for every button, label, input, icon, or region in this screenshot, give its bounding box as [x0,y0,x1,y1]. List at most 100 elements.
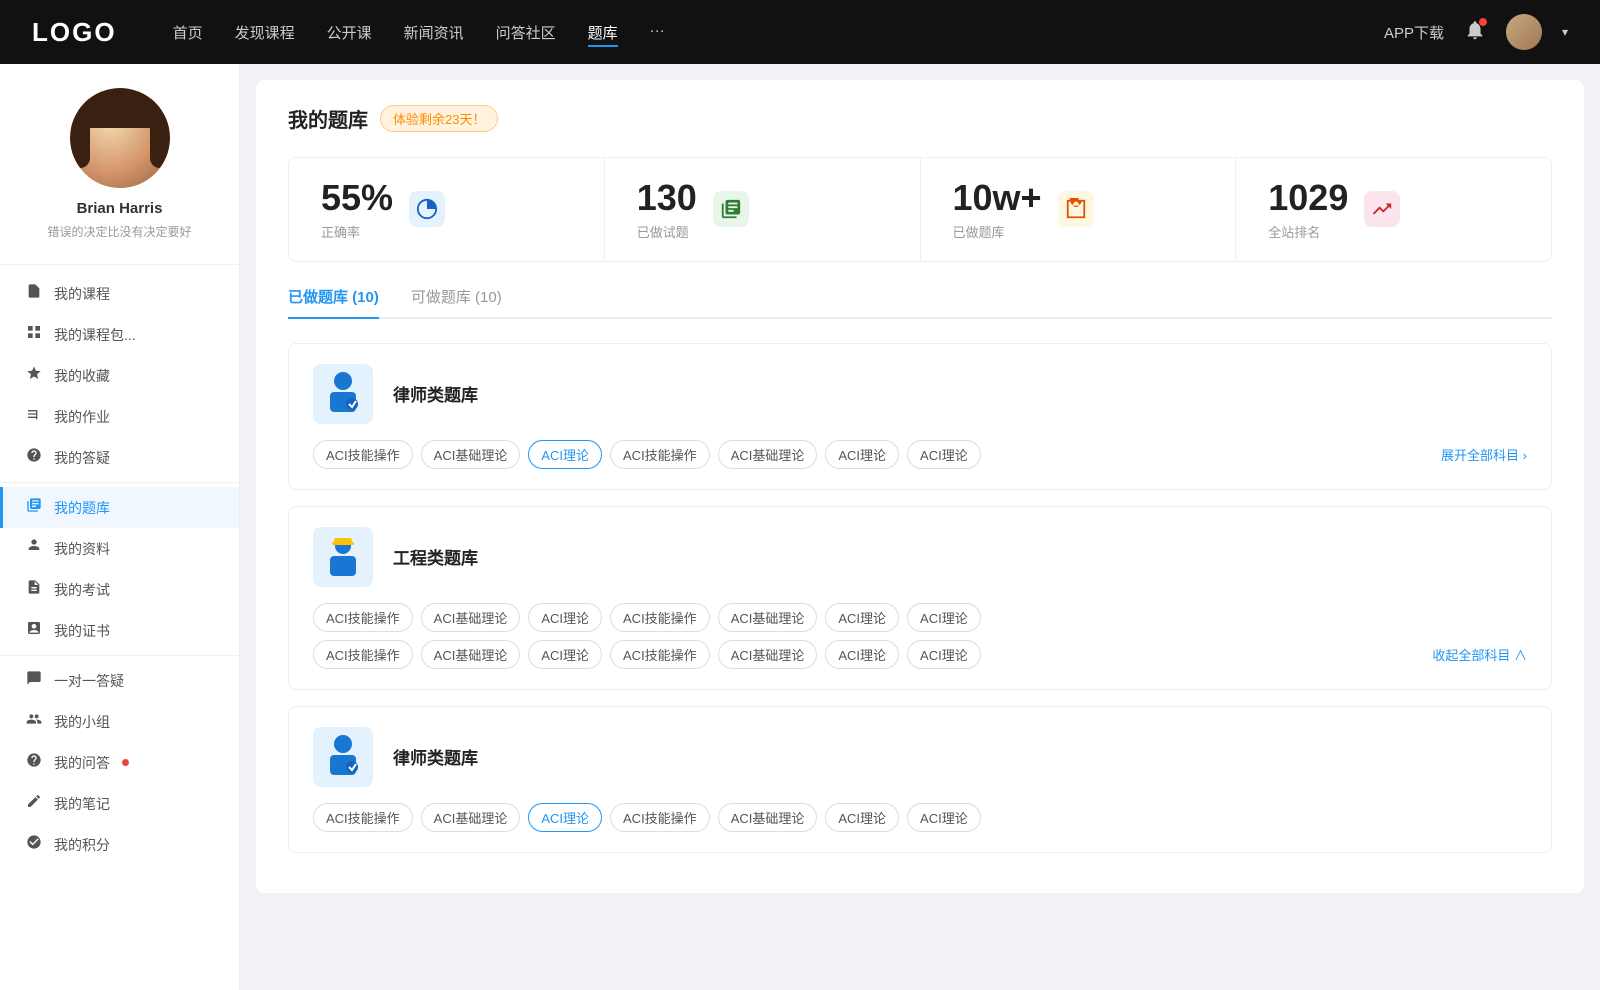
tag-3-1[interactable]: ACI技能操作 [313,803,413,832]
accuracy-icon [409,191,445,227]
sidebar-label-mydata: 我的资料 [54,539,110,559]
page-header: 我的题库 体验剩余23天！ [288,104,1552,133]
nav-news[interactable]: 新闻资讯 [404,18,464,47]
stat-done-label: 已做试题 [637,222,697,241]
nav-discover[interactable]: 发现课程 [235,18,295,47]
stat-accuracy-label: 正确率 [321,222,393,241]
stat-accuracy-value: 55% [321,178,393,218]
tag-2-1-2[interactable]: ACI基础理论 [421,603,521,632]
nav-qa[interactable]: 问答社区 [496,18,556,47]
sidebar-item-qbank[interactable]: 我的题库 [0,487,239,528]
sidebar-item-course[interactable]: 我的课程 [0,273,239,314]
expand-link-1[interactable]: 展开全部科目 › [1441,445,1527,464]
nav-home[interactable]: 首页 [173,18,203,47]
tag-3-7[interactable]: ACI理论 [907,803,981,832]
qbank-card-2: 工程类题库 ACI技能操作 ACI基础理论 ACI理论 ACI技能操作 ACI基… [288,506,1552,690]
app-download-link[interactable]: APP下载 [1384,22,1444,43]
sidebar-item-homework[interactable]: 我的作业 [0,396,239,437]
tag-3-3[interactable]: ACI理论 [528,803,602,832]
sidebar-item-cert[interactable]: 我的证书 [0,610,239,651]
exam-icon [24,579,44,600]
group-icon [24,711,44,732]
profile-avatar [70,88,170,188]
notification-bell[interactable] [1464,19,1486,45]
stats-row: 55% 正确率 130 已做试题 [288,157,1552,262]
tag-1-4[interactable]: ACI技能操作 [610,440,710,469]
tag-2-2-3[interactable]: ACI理论 [528,640,602,669]
stat-accuracy-text: 55% 正确率 [321,178,393,241]
tag-2-2-2[interactable]: ACI基础理论 [421,640,521,669]
sidebar-label-coursepack: 我的课程包... [54,325,136,345]
nav-more[interactable]: ··· [650,18,665,47]
qbank-card-2-icon [313,527,373,587]
tag-2-2-1[interactable]: ACI技能操作 [313,640,413,669]
lawyer-figure-icon-2 [321,733,365,781]
sidebar-item-qa[interactable]: 我的答疑 [0,437,239,478]
sidebar-label-exam: 我的考试 [54,580,110,600]
tab-done[interactable]: 已做题库 (10) [288,286,379,317]
sidebar: Brian Harris 错误的决定比没有决定要好 我的课程 我的课程包... [0,64,240,990]
stat-done-value: 130 [637,178,697,218]
sidebar-item-favorites[interactable]: 我的收藏 [0,355,239,396]
tag-1-3[interactable]: ACI理论 [528,440,602,469]
qbank-card-2-tags-row1: ACI技能操作 ACI基础理论 ACI理论 ACI技能操作 ACI基础理论 AC… [313,603,1527,632]
sidebar-divider-1 [0,482,239,483]
tag-2-2-4[interactable]: ACI技能操作 [610,640,710,669]
sidebar-item-exam[interactable]: 我的考试 [0,569,239,610]
navbar-links: 首页 发现课程 公开课 新闻资讯 问答社区 题库 ··· [173,18,1352,47]
sidebar-item-1on1[interactable]: 一对一答疑 [0,660,239,701]
user-avatar[interactable] [1506,14,1542,50]
tag-2-1-3[interactable]: ACI理论 [528,603,602,632]
sidebar-item-group[interactable]: 我的小组 [0,701,239,742]
sidebar-item-notes[interactable]: 我的笔记 [0,783,239,824]
sidebar-label-favorites: 我的收藏 [54,366,110,386]
sidebar-label-1on1: 一对一答疑 [54,671,124,691]
stat-banks-value: 10w+ [953,178,1042,218]
tag-1-2[interactable]: ACI基础理论 [421,440,521,469]
tag-2-2-7[interactable]: ACI理论 [907,640,981,669]
stat-done-text: 130 已做试题 [637,178,697,241]
tab-todo[interactable]: 可做题库 (10) [411,286,502,317]
sidebar-item-points[interactable]: 我的积分 [0,824,239,865]
list-icon [720,198,742,220]
tag-2-2-6[interactable]: ACI理论 [825,640,899,669]
chat-icon [24,670,44,691]
stat-done-questions: 130 已做试题 [605,158,921,261]
sidebar-item-mydata[interactable]: 我的资料 [0,528,239,569]
sidebar-item-coursepack[interactable]: 我的课程包... [0,314,239,355]
tag-1-6[interactable]: ACI理论 [825,440,899,469]
tag-2-1-5[interactable]: ACI基础理论 [718,603,818,632]
tag-2-2-5[interactable]: ACI基础理论 [718,640,818,669]
collapse-link-2[interactable]: 收起全部科目 ∧ [1432,645,1527,664]
tag-3-4[interactable]: ACI技能操作 [610,803,710,832]
tag-2-1-4[interactable]: ACI技能操作 [610,603,710,632]
sidebar-label-notes: 我的笔记 [54,794,110,814]
tag-2-1-1[interactable]: ACI技能操作 [313,603,413,632]
tag-3-2[interactable]: ACI基础理论 [421,803,521,832]
tag-2-1-7[interactable]: ACI理论 [907,603,981,632]
tag-2-1-6[interactable]: ACI理论 [825,603,899,632]
pie-chart-icon [416,198,438,220]
tag-3-5[interactable]: ACI基础理论 [718,803,818,832]
qbank-card-2-title: 工程类题库 [393,544,478,569]
qbank-card-2-tags-row2: ACI技能操作 ACI基础理论 ACI理论 ACI技能操作 ACI基础理论 AC… [313,640,1527,669]
lawyer-figure-icon [321,370,365,418]
tag-1-5[interactable]: ACI基础理论 [718,440,818,469]
engineer-figure-icon [321,533,365,581]
chart-icon [1371,198,1393,220]
points-icon [24,834,44,855]
tag-1-1[interactable]: ACI技能操作 [313,440,413,469]
sidebar-item-myanswer[interactable]: 我的问答 [0,742,239,783]
sidebar-divider-2 [0,655,239,656]
qbank-card-1-icon [313,364,373,424]
avatar-chevron-icon[interactable]: ▾ [1562,25,1568,39]
content-area: 我的题库 体验剩余23天！ 55% 正确率 [240,64,1600,990]
nav-opencourse[interactable]: 公开课 [327,18,372,47]
tag-3-6[interactable]: ACI理论 [825,803,899,832]
tag-1-7[interactable]: ACI理论 [907,440,981,469]
data-icon [24,538,44,559]
nav-qbank[interactable]: 题库 [588,18,618,47]
tabs-row: 已做题库 (10) 可做题库 (10) [288,286,1552,319]
book-icon [1065,198,1087,220]
stat-banks-label: 已做题库 [953,222,1042,241]
